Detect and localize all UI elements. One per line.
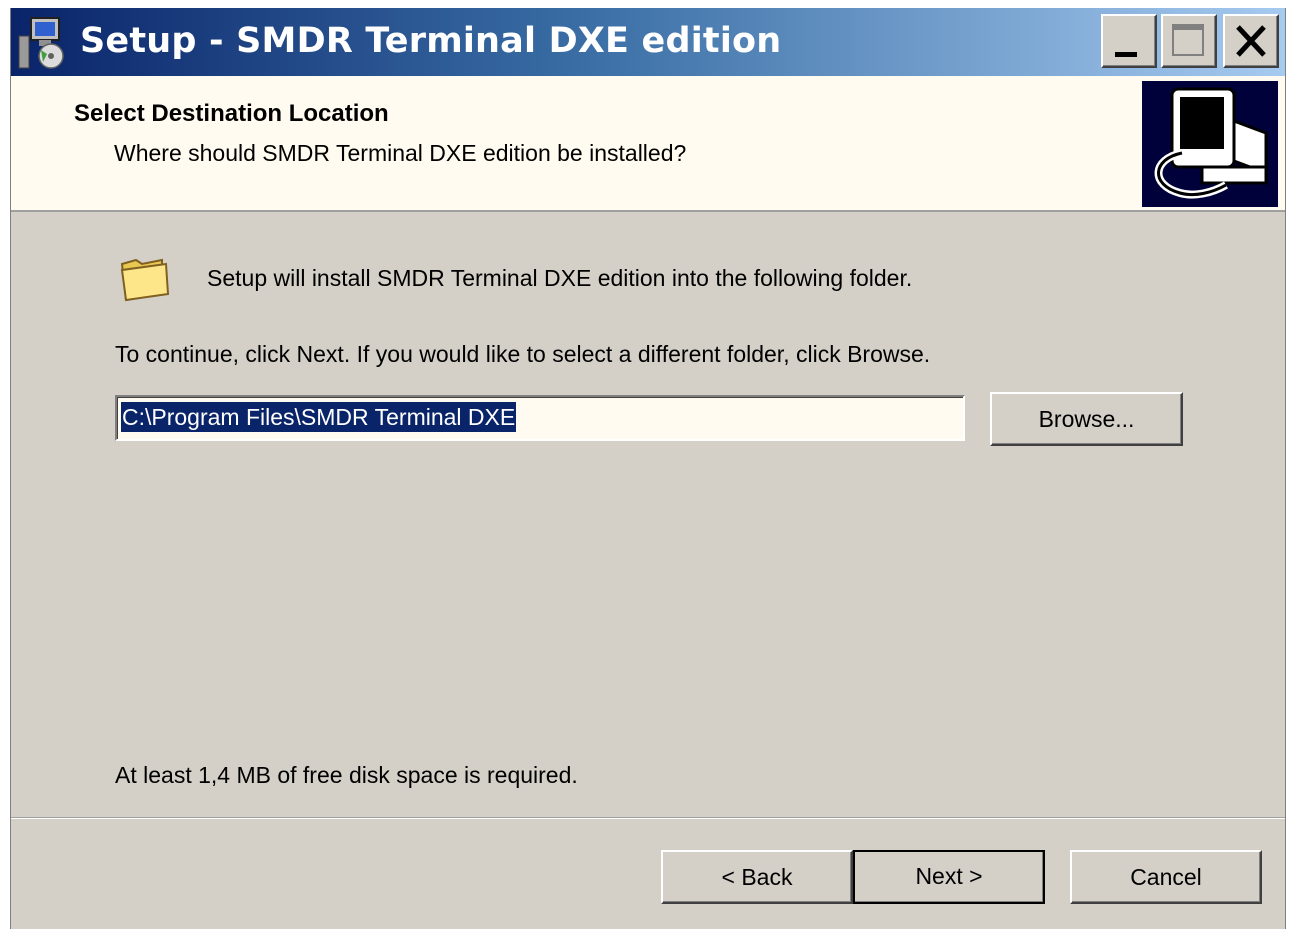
minimize-icon xyxy=(1115,52,1137,57)
page-subtitle: Where should SMDR Terminal DXE edition b… xyxy=(114,140,687,166)
close-icon xyxy=(1236,25,1266,57)
window-title: Setup - SMDR Terminal DXE edition xyxy=(80,21,782,61)
browse-button[interactable]: Browse... xyxy=(990,392,1183,446)
wizard-header: Select Destination Location Where should… xyxy=(11,76,1285,212)
close-button[interactable] xyxy=(1223,14,1279,68)
intro-text: Setup will install SMDR Terminal DXE edi… xyxy=(207,265,913,291)
destination-path-value: C:\Program Files\SMDR Terminal DXE xyxy=(121,402,517,432)
computer-install-icon xyxy=(1142,81,1278,207)
instructions-text: To continue, click Next. If you would li… xyxy=(115,341,931,367)
page-title: Select Destination Location xyxy=(74,100,389,127)
setup-dialog: Setup - SMDR Terminal DXE edition Select… xyxy=(10,8,1286,929)
folder-icon xyxy=(120,258,170,302)
next-button[interactable]: Next > xyxy=(853,850,1045,904)
setup-installer-icon xyxy=(18,17,64,69)
disk-space-text: At least 1,4 MB of free disk space is re… xyxy=(115,762,578,788)
title-bar[interactable]: Setup - SMDR Terminal DXE edition xyxy=(11,8,1285,76)
cancel-button[interactable]: Cancel xyxy=(1070,850,1262,904)
footer-divider xyxy=(11,817,1285,819)
destination-path-input[interactable]: C:\Program Files\SMDR Terminal DXE xyxy=(115,395,965,441)
maximize-button[interactable] xyxy=(1161,14,1217,68)
maximize-icon xyxy=(1172,24,1204,56)
minimize-button[interactable] xyxy=(1101,14,1157,68)
back-button[interactable]: < Back xyxy=(661,850,853,904)
